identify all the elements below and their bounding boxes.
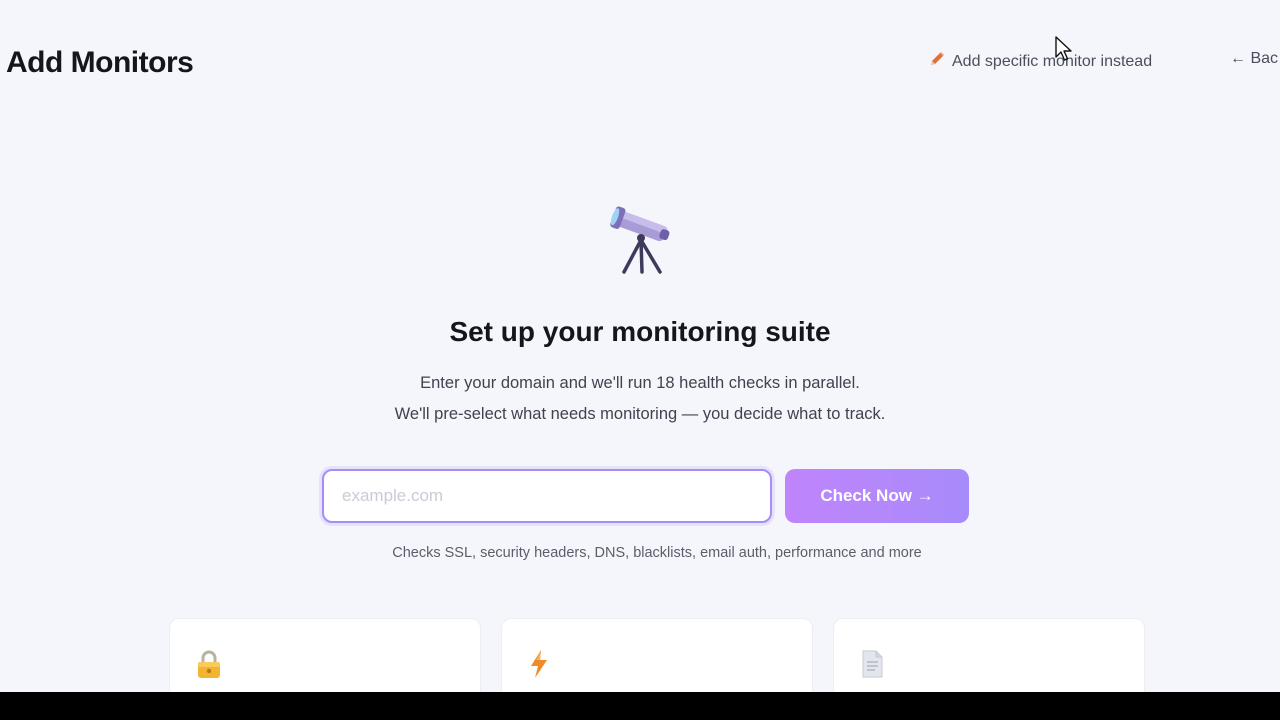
feature-card-documents[interactable] — [833, 618, 1145, 692]
hero-title: Set up your monitoring suite — [449, 316, 831, 347]
mouse-cursor-icon — [1055, 36, 1073, 67]
checks-note: Checks SSL, security headers, DNS, black… — [392, 545, 922, 561]
feature-cards — [169, 618, 1145, 692]
lightning-icon — [528, 650, 550, 683]
add-specific-monitor-link[interactable]: Add specific monitor instead — [928, 50, 1152, 73]
lock-icon — [196, 650, 222, 683]
feature-card-ssl[interactable] — [169, 618, 481, 692]
domain-form: Check Now → — [322, 469, 969, 523]
top-actions: Add specific monitor instead — [928, 50, 1152, 73]
check-now-button[interactable]: Check Now → — [785, 469, 969, 523]
add-specific-monitor-label: Add specific monitor instead — [952, 52, 1153, 70]
telescope-icon — [610, 206, 670, 274]
bottom-bar — [0, 692, 1280, 720]
pencil-icon — [928, 50, 946, 73]
back-link[interactable]: ← Bac — [1230, 50, 1278, 68]
document-icon — [860, 650, 884, 683]
page: Add Monitors Add specific monitor instea… — [0, 0, 1280, 692]
hero: Set up your monitoring suite Enter your … — [0, 200, 1280, 430]
hero-description-line-2: We'll pre-select what needs monitoring —… — [394, 405, 886, 423]
page-title: Add Monitors — [6, 46, 194, 79]
hero-description-line-1: Enter your domain and we'll run 18 healt… — [420, 374, 860, 392]
domain-input[interactable] — [322, 469, 772, 523]
hero-description: Enter your domain and we'll run 18 healt… — [0, 368, 1280, 430]
feature-card-performance[interactable] — [501, 618, 813, 692]
